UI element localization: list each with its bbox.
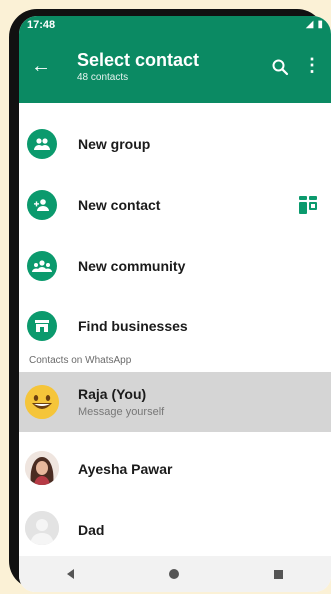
nav-home-icon[interactable] <box>168 569 179 579</box>
contact-name: Ayesha Pawar <box>78 461 173 477</box>
section-header: Contacts on WhatsApp <box>29 355 132 366</box>
avatar <box>25 385 59 419</box>
new-contact-label: New contact <box>78 197 161 213</box>
nav-recents-icon[interactable] <box>274 569 284 579</box>
new-group-item[interactable]: New group <box>19 114 331 174</box>
new-community-item[interactable]: New community <box>19 236 331 296</box>
back-button[interactable]: ← <box>31 56 51 76</box>
contact-count: 48 contacts <box>77 72 129 83</box>
status-time: 17:48 <box>27 19 56 31</box>
find-businesses-item[interactable]: Find businesses <box>19 296 331 356</box>
search-icon[interactable] <box>271 58 289 76</box>
page-title: Select contact <box>77 50 200 70</box>
add-contact-icon <box>27 190 57 220</box>
contact-status: Message yourself <box>78 406 165 418</box>
group-icon <box>27 129 57 159</box>
avatar <box>25 511 59 545</box>
navigation-bar <box>19 556 331 592</box>
contact-name: Raja (You) <box>78 386 147 402</box>
qr-code-icon[interactable] <box>299 196 317 214</box>
app-bar: 17:48 ◢ ▮ ← Select contact 48 contacts ⋮ <box>19 16 331 103</box>
avatar <box>25 451 59 485</box>
screen: 17:48 ◢ ▮ ← Select contact 48 contacts ⋮… <box>19 16 331 592</box>
contact-row[interactable]: Dad <box>19 498 331 558</box>
more-options-icon[interactable]: ⋮ <box>303 56 321 74</box>
signal-icon: ◢ <box>305 19 314 30</box>
contact-row-self[interactable]: Raja (You) Message yourself <box>19 372 331 432</box>
status-icons: ◢ ▮ <box>306 19 323 30</box>
contact-name: Dad <box>78 522 105 538</box>
nav-back-icon[interactable] <box>66 569 74 579</box>
store-icon <box>27 311 57 341</box>
new-group-label: New group <box>78 136 151 152</box>
new-contact-item[interactable]: New contact <box>19 175 331 235</box>
find-businesses-label: Find businesses <box>78 318 188 334</box>
community-icon <box>27 251 57 281</box>
contact-row[interactable]: Ayesha Pawar <box>19 438 331 498</box>
new-community-label: New community <box>78 258 186 274</box>
battery-icon: ▮ <box>317 19 323 30</box>
